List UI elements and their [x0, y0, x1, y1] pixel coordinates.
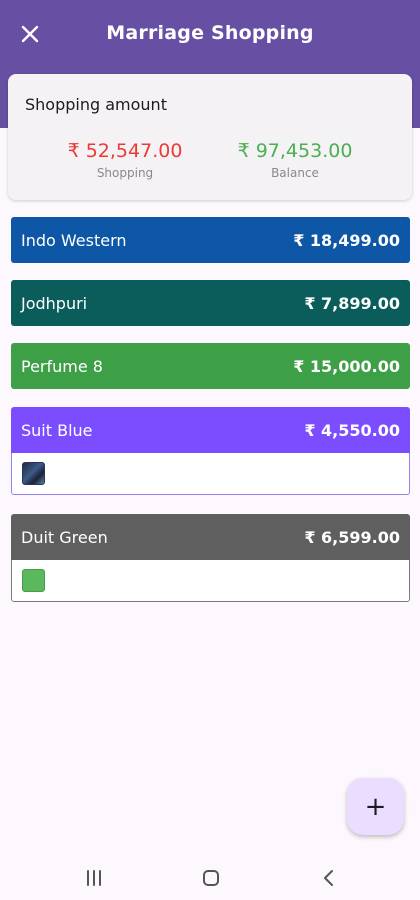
photo-thumbnail[interactable]: [22, 462, 45, 485]
list-item[interactable]: Duit Green ₹ 6,599.00: [11, 514, 410, 602]
item-name: Suit Blue: [21, 420, 93, 440]
back-icon[interactable]: [317, 866, 341, 890]
list-item[interactable]: Indo Western ₹ 18,499.00: [11, 217, 410, 263]
item-header[interactable]: Suit Blue ₹ 4,550.00: [11, 407, 410, 453]
item-price: ₹ 15,000.00: [293, 356, 400, 376]
item-header[interactable]: Duit Green ₹ 6,599.00: [11, 514, 410, 560]
photo-thumbnail[interactable]: [22, 569, 45, 592]
item-name: Indo Western: [21, 230, 127, 250]
add-item-button[interactable]: +: [347, 778, 404, 835]
item-header[interactable]: Indo Western ₹ 18,499.00: [11, 217, 410, 263]
recents-icon[interactable]: [82, 866, 106, 890]
plus-icon: +: [364, 791, 387, 822]
item-price: ₹ 18,499.00: [293, 230, 400, 250]
item-attachments: [11, 453, 410, 495]
item-header[interactable]: Perfume 8 ₹ 15,000.00: [11, 343, 410, 389]
item-attachments: [11, 560, 410, 602]
balance-total: ₹ 97,453.00 Balance: [215, 140, 375, 180]
item-price: ₹ 6,599.00: [304, 527, 400, 547]
item-price: ₹ 4,550.00: [304, 420, 400, 440]
balance-caption: Balance: [271, 166, 319, 180]
list-item[interactable]: Suit Blue ₹ 4,550.00: [11, 407, 410, 495]
balance-amount: ₹ 97,453.00: [237, 140, 353, 162]
summary-label: Shopping amount: [25, 95, 167, 114]
system-nav-bar: [0, 852, 420, 900]
shopping-total: ₹ 52,547.00 Shopping: [45, 140, 205, 180]
item-name: Duit Green: [21, 527, 108, 547]
item-header[interactable]: Jodhpuri ₹ 7,899.00: [11, 280, 410, 326]
list-item[interactable]: Jodhpuri ₹ 7,899.00: [11, 280, 410, 326]
item-name: Perfume 8: [21, 356, 103, 376]
shopping-summary-card: Shopping amount ₹ 52,547.00 Shopping ₹ 9…: [8, 74, 412, 200]
shopping-amount: ₹ 52,547.00: [67, 140, 183, 162]
page-title: Marriage Shopping: [106, 22, 314, 44]
item-price: ₹ 7,899.00: [304, 293, 400, 313]
shopping-caption: Shopping: [96, 166, 154, 180]
item-name: Jodhpuri: [21, 293, 88, 313]
list-item[interactable]: Perfume 8 ₹ 15,000.00: [11, 343, 410, 389]
home-icon[interactable]: [199, 866, 223, 890]
